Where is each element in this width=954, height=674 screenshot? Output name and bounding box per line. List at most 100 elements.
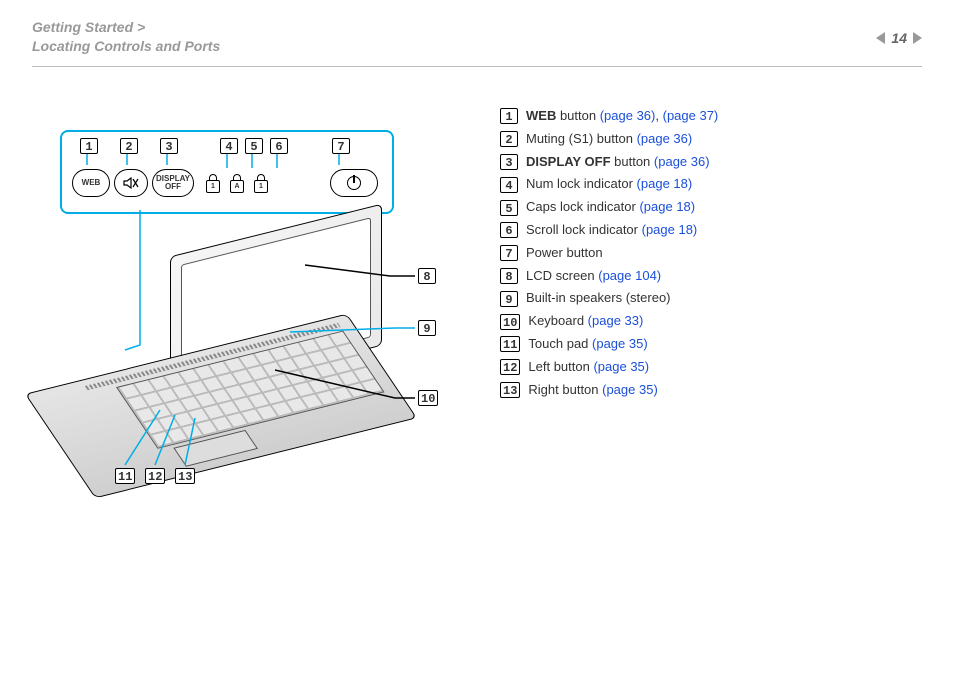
- callout-2: 2: [120, 138, 138, 154]
- legend-numbox: 4: [500, 177, 518, 193]
- legend-text: Touch pad (page 35): [528, 334, 647, 355]
- display-off-button-icon: DISPLAY OFF: [152, 169, 194, 197]
- caps-lock-icon: [230, 174, 244, 192]
- header-rule: [32, 66, 922, 67]
- legend-body: Touch pad: [528, 336, 592, 351]
- page-link[interactable]: (page 104): [598, 268, 661, 283]
- legend-numbox: 9: [500, 291, 518, 307]
- legend-row: 5 Caps lock indicator (page 18): [500, 197, 914, 218]
- legend-text: Left button (page 35): [528, 357, 649, 378]
- legend-body: Keyboard: [528, 313, 587, 328]
- legend-row: 10 Keyboard (page 33): [500, 311, 914, 332]
- legend-text: Keyboard (page 33): [528, 311, 643, 332]
- page-nav: 14: [876, 30, 922, 46]
- web-button-icon: WEB: [72, 169, 110, 197]
- legend-text: LCD screen (page 104): [526, 266, 661, 287]
- legend-numbox: 2: [500, 131, 518, 147]
- legend-text: Scroll lock indicator (page 18): [526, 220, 697, 241]
- button-panel-blowup: 1 2 3 4 5 6 7 WEB: [60, 130, 394, 214]
- breadcrumb: Getting Started > Locating Controls and …: [32, 18, 922, 56]
- scroll-lock-icon: [254, 174, 268, 192]
- legend-bold: WEB: [526, 108, 556, 123]
- page-link[interactable]: (page 18): [639, 199, 695, 214]
- page-link[interactable]: (page 35): [592, 336, 648, 351]
- callout-10: 10: [418, 390, 438, 406]
- legend-numbox: 8: [500, 268, 518, 284]
- link-separator: ,: [655, 108, 662, 123]
- callout-12: 12: [145, 468, 165, 484]
- legend-text: WEB button (page 36), (page 37): [526, 106, 718, 127]
- page-link[interactable]: (page 37): [663, 108, 719, 123]
- power-icon: [347, 176, 361, 190]
- legend-numbox: 12: [500, 359, 520, 375]
- legend-text: Built-in speakers (stereo): [526, 288, 671, 309]
- legend-row: 9 Built-in speakers (stereo): [500, 288, 914, 309]
- legend-numbox: 6: [500, 222, 518, 238]
- breadcrumb-line1: Getting Started >: [32, 19, 145, 35]
- callout-11: 11: [115, 468, 135, 484]
- legend-row: 11 Touch pad (page 35): [500, 334, 914, 355]
- callout-6: 6: [270, 138, 288, 154]
- legend-text: Power button: [526, 243, 603, 264]
- legend-body: Caps lock indicator: [526, 199, 639, 214]
- legend-body: Num lock indicator: [526, 176, 637, 191]
- legend-numbox: 10: [500, 314, 520, 330]
- legend-numbox: 1: [500, 108, 518, 124]
- callout-13: 13: [175, 468, 195, 484]
- legend-body: Built-in speakers (stereo): [526, 290, 671, 305]
- legend-bold: DISPLAY OFF: [526, 154, 611, 169]
- mute-button-icon: [114, 169, 148, 197]
- legend-body: Right button: [528, 382, 602, 397]
- page-link[interactable]: (page 35): [602, 382, 658, 397]
- laptop-illustration: [60, 230, 400, 470]
- page-number: 14: [891, 30, 907, 46]
- page-header: Getting Started > Locating Controls and …: [32, 18, 922, 75]
- page-link[interactable]: (page 18): [637, 176, 693, 191]
- page-link[interactable]: (page 36): [600, 108, 656, 123]
- legend-numbox: 11: [500, 336, 520, 352]
- legend-text: Muting (S1) button (page 36): [526, 129, 692, 150]
- callout-8: 8: [418, 268, 436, 284]
- breadcrumb-line2: Locating Controls and Ports: [32, 38, 220, 54]
- legend-row: 1 WEB button (page 36), (page 37): [500, 106, 914, 127]
- next-page-icon[interactable]: [913, 32, 922, 44]
- page-link[interactable]: (page 36): [637, 131, 693, 146]
- page-link[interactable]: (page 35): [593, 359, 649, 374]
- legend-body: LCD screen: [526, 268, 598, 283]
- legend-row: 6 Scroll lock indicator (page 18): [500, 220, 914, 241]
- num-lock-icon: [206, 174, 220, 192]
- legend-row: 8 LCD screen (page 104): [500, 266, 914, 287]
- callout-7: 7: [332, 138, 350, 154]
- legend-body: Power button: [526, 245, 603, 260]
- legend-row: 13Right button (page 35): [500, 380, 914, 401]
- legend-list: 1 WEB button (page 36), (page 37) 2 Muting …: [500, 106, 914, 402]
- legend-row: 12 Left button (page 35): [500, 357, 914, 378]
- legend-row: 4 Num lock indicator (page 18): [500, 174, 914, 195]
- legend-body: Scroll lock indicator: [526, 222, 642, 237]
- legend-text: Right button (page 35): [528, 380, 657, 401]
- legend-text: Num lock indicator (page 18): [526, 174, 692, 195]
- legend-row: 2 Muting (S1) button (page 36): [500, 129, 914, 150]
- legend-body: Muting (S1) button: [526, 131, 637, 146]
- legend-numbox: 5: [500, 200, 518, 216]
- legend-text: Caps lock indicator (page 18): [526, 197, 695, 218]
- page-link[interactable]: (page 33): [588, 313, 644, 328]
- legend-numbox: 7: [500, 245, 518, 261]
- callout-5: 5: [245, 138, 263, 154]
- legend-body: Left button: [528, 359, 593, 374]
- mute-icon: [123, 177, 139, 189]
- diagram-area: 1 2 3 4 5 6 7 WEB: [60, 110, 460, 510]
- prev-page-icon[interactable]: [876, 32, 885, 44]
- callout-3: 3: [160, 138, 178, 154]
- lock-indicators: [206, 174, 268, 192]
- power-button-icon: [330, 169, 378, 197]
- legend-body: button: [556, 108, 599, 123]
- callout-9: 9: [418, 320, 436, 336]
- page-link[interactable]: (page 18): [642, 222, 698, 237]
- legend-numbox: 3: [500, 154, 518, 170]
- page-link[interactable]: (page 36): [654, 154, 710, 169]
- legend-row: 3 DISPLAY OFF button (page 36): [500, 152, 914, 173]
- legend-body: button: [611, 154, 654, 169]
- legend-row: 7 Power button: [500, 243, 914, 264]
- callout-4: 4: [220, 138, 238, 154]
